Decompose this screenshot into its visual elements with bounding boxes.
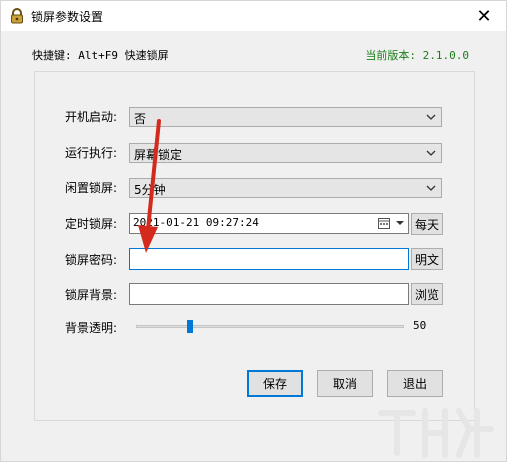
opacity-label: 背景透明: <box>65 321 118 335</box>
startup-select[interactable]: 否 <box>129 107 442 127</box>
background-path-input[interactable] <box>129 283 409 305</box>
timed-lock-value: 2021-01-21 09:27:24 <box>133 216 259 229</box>
chevron-down-icon <box>426 150 436 156</box>
password-label: 锁屏密码: <box>65 253 118 267</box>
settings-window: 锁屏参数设置 ✕ 快捷键: Alt+F9 快速锁屏 当前版本: 2.1.0.0 … <box>0 0 507 462</box>
run-action-label: 运行执行: <box>65 146 118 160</box>
cancel-button[interactable]: 取消 <box>317 370 373 397</box>
password-input[interactable] <box>129 248 409 270</box>
startup-value: 否 <box>134 112 147 126</box>
startup-label: 开机启动: <box>65 110 118 124</box>
watermark-logo <box>378 408 494 458</box>
save-button[interactable]: 保存 <box>247 370 303 397</box>
close-button[interactable]: ✕ <box>462 1 506 31</box>
run-action-select[interactable]: 屏幕锁定 <box>129 143 442 163</box>
version-info: 当前版本: 2.1.0.0 <box>365 49 469 62</box>
daily-button[interactable]: 每天 <box>411 213 443 235</box>
idle-lock-select[interactable]: 5分钟 <box>129 178 442 198</box>
timed-lock-label: 定时锁屏: <box>65 217 118 231</box>
timed-lock-datetime[interactable]: 2021-01-21 09:27:24 <box>129 213 409 234</box>
chevron-down-icon[interactable] <box>395 218 405 228</box>
background-label: 锁屏背景: <box>65 288 118 302</box>
opacity-slider-thumb[interactable] <box>187 320 193 333</box>
title-bar: 锁屏参数设置 ✕ <box>1 1 506 31</box>
window-title: 锁屏参数设置 <box>31 10 104 24</box>
opacity-value: 50 <box>413 319 427 332</box>
chevron-down-icon <box>426 185 436 191</box>
browse-button[interactable]: 浏览 <box>411 283 443 305</box>
lock-icon <box>11 8 23 24</box>
show-plaintext-button[interactable]: 明文 <box>411 248 443 270</box>
idle-lock-value: 5分钟 <box>134 183 166 197</box>
hotkey-info: 快捷键: Alt+F9 快速锁屏 <box>32 49 169 62</box>
opacity-slider-track[interactable] <box>136 325 404 328</box>
idle-lock-label: 闲置锁屏: <box>65 181 118 195</box>
run-action-value: 屏幕锁定 <box>134 148 183 162</box>
calendar-icon[interactable] <box>378 217 390 229</box>
chevron-down-icon <box>426 114 436 120</box>
close-icon: ✕ <box>476 5 492 27</box>
exit-button[interactable]: 退出 <box>387 370 443 397</box>
